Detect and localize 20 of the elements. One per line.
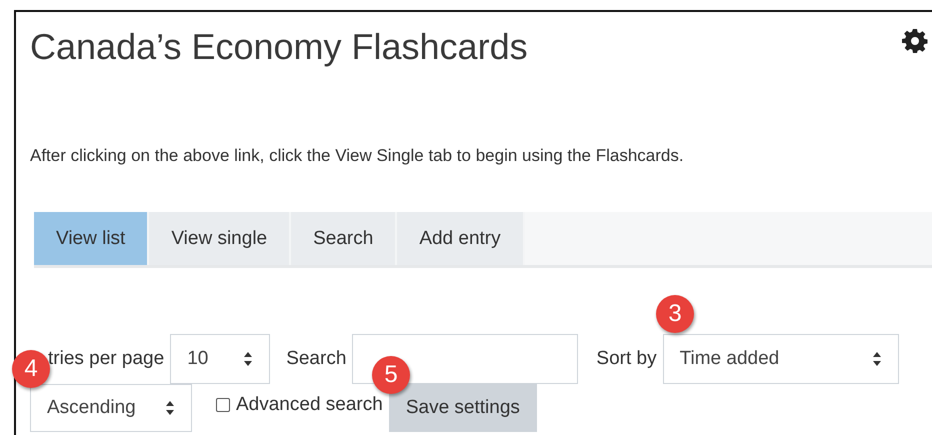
- checkbox[interactable]: [216, 398, 230, 412]
- tab[interactable]: Search: [291, 212, 398, 265]
- save-settings-button[interactable]: Save settings: [388, 384, 537, 432]
- order-select[interactable]: Ascending: [30, 384, 192, 432]
- callout-marker: 3: [656, 295, 694, 333]
- sort-arrows-icon: [872, 351, 882, 367]
- tab[interactable]: View single: [149, 212, 292, 265]
- sort-label: Sort by: [596, 348, 657, 370]
- search-label: Search: [286, 348, 346, 370]
- instruction-text: After clicking on the above link, click the View Single tab to begin using the Flashcards.: [30, 146, 685, 166]
- sort-select[interactable]: Time added: [662, 334, 899, 384]
- search-field[interactable]: [352, 334, 578, 384]
- advanced-search-label: Advanced search: [236, 394, 383, 416]
- tab[interactable]: View list: [34, 212, 150, 265]
- tab[interactable]: Add entry: [397, 212, 525, 265]
- sort-arrows-icon: [165, 400, 175, 416]
- page-title: Canada’s Economy Flashcards: [30, 26, 528, 68]
- entries-select[interactable]: 10: [170, 334, 270, 384]
- sort-arrows-icon: [243, 351, 254, 367]
- entries-label: tries per page: [48, 348, 164, 370]
